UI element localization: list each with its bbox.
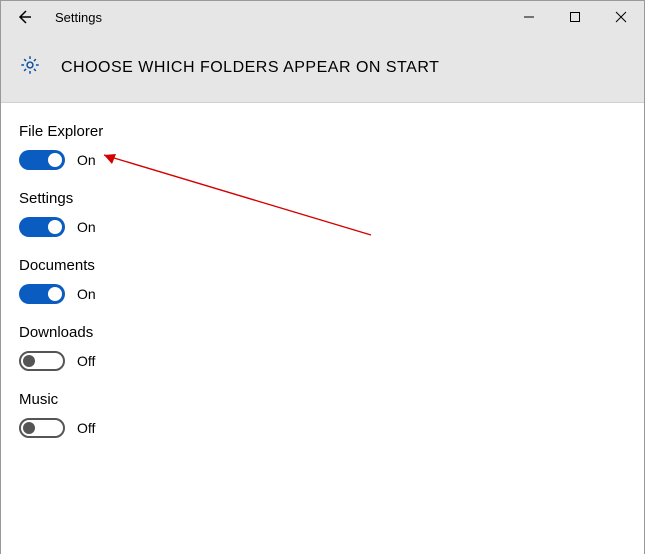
toggle-state-label: On	[77, 152, 96, 168]
option-downloads: Downloads Off	[19, 324, 620, 371]
minimize-button[interactable]	[506, 1, 552, 33]
option-settings: Settings On	[19, 190, 620, 237]
maximize-icon	[569, 11, 581, 23]
toggle-documents[interactable]	[19, 284, 65, 304]
gear-icon	[19, 54, 41, 81]
window-title: Settings	[55, 10, 102, 25]
title-bar: Settings	[1, 1, 644, 33]
back-button[interactable]	[1, 1, 47, 33]
toggle-settings[interactable]	[19, 217, 65, 237]
page-header: CHOOSE WHICH FOLDERS APPEAR ON START	[1, 33, 644, 103]
toggle-music[interactable]	[19, 418, 65, 438]
toggle-downloads[interactable]	[19, 351, 65, 371]
toggle-file-explorer[interactable]	[19, 150, 65, 170]
maximize-button[interactable]	[552, 1, 598, 33]
toggle-state-label: On	[77, 219, 96, 235]
option-label: Music	[19, 391, 620, 408]
option-label: Settings	[19, 190, 620, 207]
page-title: CHOOSE WHICH FOLDERS APPEAR ON START	[61, 59, 439, 77]
back-arrow-icon	[16, 9, 32, 25]
option-label: File Explorer	[19, 123, 620, 140]
content-area[interactable]: File Explorer On Settings On Documents O…	[1, 103, 644, 555]
option-music: Music Off	[19, 391, 620, 438]
option-documents: Documents On	[19, 257, 620, 304]
option-label: Documents	[19, 257, 620, 274]
option-label: Downloads	[19, 324, 620, 341]
window-controls	[506, 1, 644, 33]
minimize-icon	[523, 11, 535, 23]
option-file-explorer: File Explorer On	[19, 123, 620, 170]
close-icon	[615, 11, 627, 23]
close-button[interactable]	[598, 1, 644, 33]
toggle-state-label: Off	[77, 420, 95, 436]
toggle-state-label: Off	[77, 353, 95, 369]
toggle-state-label: On	[77, 286, 96, 302]
